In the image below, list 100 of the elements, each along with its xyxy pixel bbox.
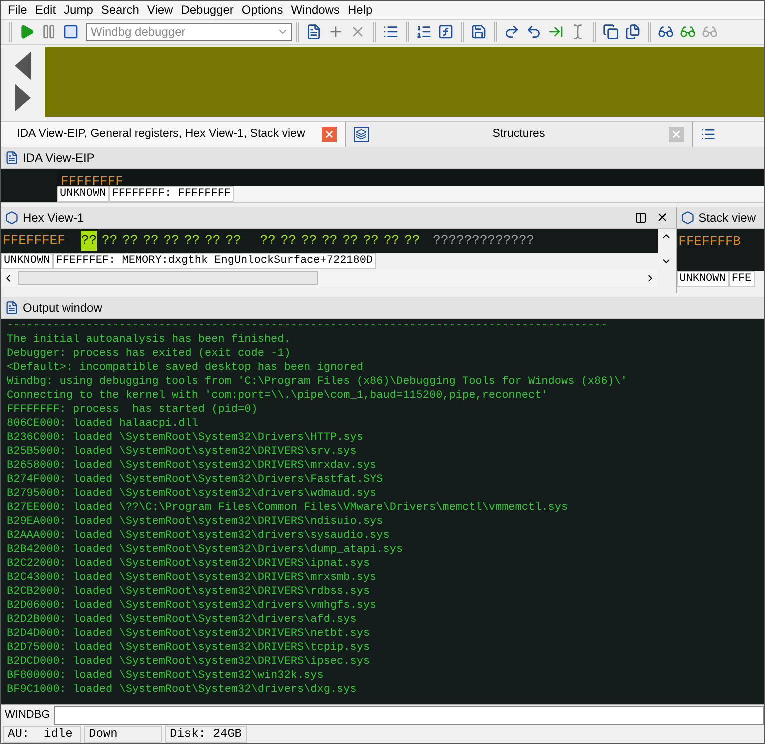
output-line: B2D4D000: loaded \SystemRoot\system32\DRIVERS\netbt.sys [7,627,372,641]
output-line: B274F000: loaded \SystemRoot\System32\Drivers\Fastfat.SYS [7,473,384,487]
hex-byte: ?? [164,232,180,250]
hex-byte: ?? [384,232,400,250]
hex-byte: ?? [404,232,420,250]
status-cell: FFEFFFEF: MEMORY:dxgthk EngUnlockSurface+722180D [53,253,376,269]
menu-item[interactable]: Help [344,4,376,16]
output-line: FFFFFFFF: process has started (pid=0) [7,403,259,417]
address-text: FFEFFFEF [3,232,66,250]
output-line: B2D75000: loaded \SystemRoot\system32\DRIVERS\tcpip.sys [7,641,372,655]
panel-title: Stack view [698,210,756,226]
output-line: B2C43000: loaded \SystemRoot\system32\DRIVERS\mrxsmb.sys [7,571,378,585]
document-icon [306,24,322,40]
hex-byte: ?? [302,232,318,250]
output-line: B2D06000: loaded \SystemRoot\system32\drivers\vmhgfs.sys [7,599,378,613]
right-triangle-icon[interactable] [15,84,31,112]
debugger-select[interactable]: Windbg debugger [86,23,292,41]
menu-item[interactable]: Jump [61,4,96,16]
address-text: FFEFFFFB [678,234,742,249]
output-line: B2795000: loaded \SystemRoot\system32\drivers\wdmaud.sys [7,487,378,501]
output-line: B25B5000: loaded \SystemRoot\system32\DRIVERS\srv.sys [7,445,358,459]
glasses-icon [680,24,696,40]
status-cell: FFE [728,271,755,287]
command-input[interactable] [54,706,764,725]
status-panel: Disk: 24GB [165,726,248,743]
list-icon [383,24,399,40]
hex-byte: ?? [122,232,138,250]
output-line: Debugger: process has exited (exit code -1) [7,347,292,361]
panel-icon [5,300,19,314]
function-icon [438,24,454,40]
glasses-icon [658,24,674,40]
menu-item[interactable]: Search [98,4,142,16]
menu-item[interactable]: Options [238,4,286,16]
hex-byte: ?? [143,232,159,250]
output-line: B236C000: loaded \SystemRoot\System32\Drivers\HTTP.sys [7,431,364,445]
hex-byte: ?? [260,232,276,250]
status-panel: AU: idle [3,726,81,743]
stop-icon [63,24,79,40]
play-icon [19,24,35,40]
list-icon [416,24,432,40]
output-line: BF800000: loaded \SystemRoot\System32\win32k.sys [7,669,325,683]
output-line: Connecting to the kernel with 'com:port=\\.\pipe\com_1,baud=115200,pipe,reconnect' [7,389,550,403]
run-to-icon [548,24,564,40]
pause-icon [41,24,57,40]
panel-icon [5,150,19,164]
output-line: ------------------------------------------------------------------------------------------- [7,319,609,333]
panel-title: Hex View-1 [23,210,84,226]
tab[interactable]: IDA View-EIP, General registers, Hex View-1, Stack view [1,122,346,147]
address-text: FFFFFFFF [61,174,124,189]
save-icon [471,24,487,40]
panel-icon [680,210,695,224]
output-line: B2658000: loaded \SystemRoot\system32\DRIVERS\mrxdav.sys [7,459,378,473]
hex-byte: ?? [322,232,338,250]
horizontal-scrollbar[interactable] [1,269,658,287]
hex-byte: ?? [226,232,242,250]
hex-byte: ?? [363,232,379,250]
glasses-icon [702,24,718,40]
plus-icon [328,24,344,40]
output-line: B29EA000: loaded \SystemRoot\system32\DRIVERS\ndisuio.sys [7,515,384,529]
close-tab-icon[interactable] [322,127,337,142]
structure-icon [354,127,369,142]
menu-item[interactable]: Edit [32,4,60,16]
panel-title: Output window [23,300,102,316]
menu-item[interactable]: File [5,4,30,16]
output-line: B2CB2000: loaded \SystemRoot\system32\DRIVERS\rdbss.sys [7,585,372,599]
panel-icon [5,210,19,224]
status-cell: UNKNOWN [57,186,110,202]
output-line: B27EE000: loaded \??\C:\Program Files\Common Files\VMware\Drivers\memctl\vmmemctl.sys [7,501,570,515]
output-line: B2AAA000: loaded \SystemRoot\system32\drivers\sysaudio.sys [7,529,391,543]
status-panel: Down [84,726,162,743]
hex-byte: ?? [342,232,358,250]
list-icon [701,127,716,142]
redo-arrow-icon [504,24,520,40]
hex-byte: ?? [102,232,118,250]
menu-item[interactable]: Windows [288,4,343,16]
ascii-text: ????????????? [433,232,535,250]
hex-byte: ?? [280,232,297,250]
status-cell: UNKNOWN [1,253,54,269]
scroll-thumb[interactable] [18,271,318,285]
output-line: The initial autoanalysis has been finished. [7,333,292,347]
copy-icon [603,24,619,40]
output-line: BF9C1000: loaded \SystemRoot\System32\drivers\dxg.sys [7,683,358,697]
menu-item[interactable]: Debugger [178,4,237,16]
output-line: Windbg: using debugging tools from 'C:\Program Files (x86)\Debugging Tools for Windows (x86)\' [7,375,629,389]
undo-arrow-icon [526,24,542,40]
output-line: <Default>: incompatible saved desktop has been ignored [7,361,364,375]
hex-byte: ?? [184,232,200,250]
left-triangle-icon[interactable] [15,52,31,80]
output-line: B2C22000: loaded \SystemRoot\system32\DRIVERS\ipnat.sys [7,557,372,571]
output-line: B2D2B000: loaded \SystemRoot\System32\drivers\afd.sys [7,613,358,627]
tab[interactable]: Structures [346,122,693,147]
command-label: WINDBG [4,708,52,724]
output-line: B2B42000: loaded \SystemRoot\System32\Drivers\dump_atapi.sys [7,543,404,557]
output-line: B2DCD000: loaded \SystemRoot\system32\DRIVERS\ipsec.sys [7,655,372,669]
files-icon [625,24,641,40]
panel-title: IDA View-EIP [23,150,95,166]
menu-item[interactable]: View [144,4,176,16]
status-cell: UNKNOWN [676,271,729,287]
hex-byte: ?? [205,232,221,250]
hex-byte: ?? [81,231,98,251]
